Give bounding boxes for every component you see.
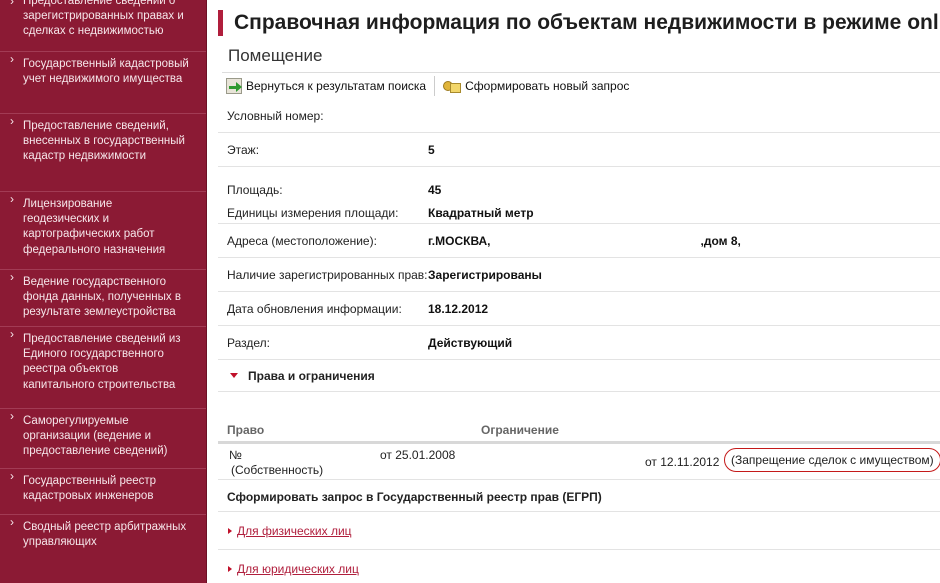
sidebar-item-gkn-info[interactable]: Предоставление сведений, внесенных в гос… — [0, 114, 206, 192]
rights-value: Зарегистрированы — [428, 267, 542, 282]
main-content: Справочная информация по объектам недвиж… — [218, 0, 940, 583]
sidebar-item-label: Государственный реестр кадастровых инжен… — [23, 475, 157, 503]
page-header: Справочная информация по объектам недвиж… — [218, 8, 940, 38]
request-title: Сформировать запрос в Государственный ре… — [218, 482, 940, 512]
arrow-right-icon — [228, 565, 232, 572]
info-row-area: Площадь: 45 Единицы измерения площади: К… — [218, 167, 940, 224]
floor-label: Этаж: — [227, 142, 260, 157]
info-row-floor: Этаж: 5 — [218, 133, 940, 167]
sidebar-item-label: Предоставление сведений, внесенных в гос… — [23, 120, 185, 163]
object-type-heading: Помещение — [228, 46, 323, 65]
sidebar-item-data-fund[interactable]: Ведение государственного фонда данных, п… — [0, 270, 206, 327]
sidebar-item-licensing[interactable]: Лицензирование геодезических и картограф… — [0, 192, 206, 270]
sidebar-item-construction-registry[interactable]: Предоставление сведений из Единого госуд… — [0, 327, 206, 409]
right-kind: (Собственность) — [231, 463, 324, 477]
legal-entities-link[interactable]: Для юридических лиц — [237, 562, 359, 576]
updated-label: Дата обновления информации: — [227, 301, 402, 316]
info-row-cadastral: Условный номер: — [218, 100, 940, 133]
section-label: Раздел: — [227, 335, 270, 350]
new-request-label: Сформировать новый запрос — [465, 78, 630, 93]
sidebar-item-sro[interactable]: Саморегулируемые организации (ведение и … — [0, 409, 206, 469]
individuals-link[interactable]: Для физических лиц — [237, 524, 352, 538]
sidebar-item-label: Предоставление сведений о зарегистрирова… — [23, 0, 184, 38]
request-row-individuals: Для физических лиц — [218, 512, 940, 550]
back-to-results-button[interactable]: Вернуться к результатам поиска — [222, 75, 430, 97]
new-request-icon — [443, 78, 462, 94]
request-row-legal: Для юридических лиц — [218, 550, 940, 583]
info-row-rights: Наличие зарегистрированных прав: Зарегис… — [218, 258, 940, 292]
cadastral-label: Условный номер: — [227, 109, 324, 123]
new-request-button[interactable]: Сформировать новый запрос — [439, 75, 633, 97]
address-city: г.МОСКВА, — [428, 233, 491, 248]
updated-value: 18.12.2012 — [428, 301, 489, 316]
col-header-right: Право — [227, 423, 265, 437]
sidebar-item-label: Предоставление сведений из Единого госуд… — [23, 333, 181, 391]
sidebar-item-label: Сводный реестр арбитражных управляющих — [23, 521, 187, 549]
rights-table-header: Право Ограничение — [218, 418, 940, 444]
address-value: г.МОСКВА, ,дом 8, — [428, 234, 741, 248]
area-label: Площадь: — [227, 182, 283, 197]
floor-value: 5 — [428, 142, 435, 157]
title-accent-bar — [218, 10, 223, 36]
expand-triangle-icon — [230, 373, 238, 378]
rights-label: Наличие зарегистрированных прав: — [227, 267, 428, 282]
unit-label: Единицы измерения площади: — [227, 205, 399, 220]
rights-section-title: Права и ограничения — [248, 368, 375, 383]
info-row-section: Раздел: Действующий — [218, 326, 940, 360]
sidebar-item-engineers-registry[interactable]: Государственный реестр кадастровых инжен… — [0, 469, 206, 515]
unit-value: Квадратный метр — [428, 205, 534, 220]
right-date: от 25.01.2008 — [380, 448, 456, 462]
info-row-updated: Дата обновления информации: 18.12.2012 — [218, 292, 940, 326]
rights-section-toggle[interactable]: Права и ограничения — [218, 360, 940, 392]
sidebar-nav: Предоставление сведений о зарегистрирова… — [0, 0, 207, 583]
sidebar-item-label: Саморегулируемые организации (ведение и … — [23, 415, 168, 458]
col-header-restriction: Ограничение — [481, 423, 559, 437]
info-row-address: Адреса (местоположение): г.МОСКВА, ,дом … — [218, 224, 940, 258]
sidebar-item-label: Государственный кадастровый учет недвижи… — [23, 58, 189, 86]
address-house: ,дом 8, — [700, 233, 741, 248]
sidebar-item-arbitration-registry[interactable]: Сводный реестр арбитражных управляющих — [0, 515, 206, 575]
arrow-right-icon — [228, 527, 232, 534]
section-value: Действующий — [428, 335, 513, 350]
request-section: Сформировать запрос в Государственный ре… — [218, 482, 940, 583]
right-number: № — [229, 448, 242, 462]
object-info-table: Условный номер: Этаж: 5 Площадь: 45 Един… — [218, 100, 940, 392]
address-label: Адреса (местоположение): — [227, 233, 377, 248]
back-to-results-label: Вернуться к результатам поиска — [246, 78, 427, 93]
restriction-date: от 12.11.2012 — [645, 455, 720, 469]
back-arrow-icon — [226, 77, 242, 94]
sidebar-item-egrp-info[interactable]: Предоставление сведений о зарегистрирова… — [0, 0, 206, 52]
page-title: Справочная информация по объектам недвиж… — [234, 11, 940, 34]
sidebar-item-cadastral-registration[interactable]: Государственный кадастровый учет недвижи… — [0, 52, 206, 114]
rights-table: Право Ограничение № (Собственность) от 2… — [218, 418, 940, 480]
toolbar-divider — [434, 75, 436, 96]
toolbar: Вернуться к результатам поиска Сформиров… — [222, 72, 940, 98]
sidebar-item-label: Лицензирование геодезических и картограф… — [23, 198, 166, 256]
area-value: 45 — [428, 182, 442, 197]
sidebar-item-label: Ведение государственного фонда данных, п… — [23, 276, 181, 319]
table-row: № (Собственность) от 25.01.2008 от 12.11… — [218, 444, 940, 480]
restriction-type: (Запрещение сделок с имуществом) — [724, 448, 940, 472]
